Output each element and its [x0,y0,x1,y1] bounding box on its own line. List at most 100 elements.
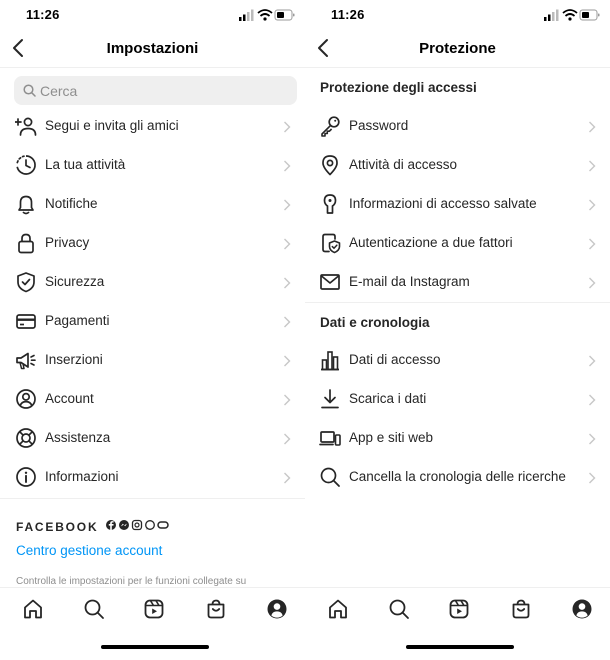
chevron-right-icon [284,472,291,484]
search-icon[interactable] [83,598,105,620]
megaphone-icon [16,352,36,370]
settings-item-follow-invite[interactable]: Segui e invita gli amici [0,107,305,146]
chevron-right-icon [589,238,596,250]
status-icons [544,9,600,21]
chevron-right-icon [589,472,596,484]
status-time: 11:26 [26,7,60,22]
settings-item-payments[interactable]: Pagamenti [0,302,305,341]
protection-item-label: App e siti web [349,430,434,445]
facebook-footer-text: Controlla le impostazioni per le funzion… [16,576,247,587]
bell-icon [18,195,34,215]
settings-item-about[interactable]: Informazioni [0,458,305,497]
protection-item-label: Dati di accesso [349,352,441,367]
meta-apps-icons [106,519,169,531]
settings-item-label: Informazioni [45,469,119,484]
chevron-right-icon [284,316,291,328]
accounts-center-link[interactable]: Centro gestione account [16,543,162,558]
chevron-right-icon [284,394,291,406]
chevron-right-icon [284,199,291,211]
protection-item-clear-search-history[interactable]: Cancella la cronologia delle ricerche [305,458,610,497]
settings-item-label: Notifiche [45,196,98,211]
profile-icon[interactable] [266,598,288,620]
download-icon [321,389,339,409]
search-bar[interactable] [14,76,297,105]
settings-item-help[interactable]: Assistenza [0,419,305,458]
chevron-right-icon [589,199,596,211]
chevron-right-icon [284,160,291,172]
status-bar: 11:26 [0,0,305,30]
protection-item-saved-login[interactable]: Informazioni di accesso salvate [305,185,610,224]
chevron-right-icon [589,121,596,133]
page-title: Impostazioni [106,40,199,57]
reels-icon[interactable] [448,598,470,620]
chevron-right-icon [589,394,596,406]
chevron-right-icon [589,160,596,172]
settings-item-label: La tua attività [45,157,126,172]
settings-item-account[interactable]: Account [0,380,305,419]
settings-item-ads[interactable]: Inserzioni [0,341,305,380]
settings-item-label: Pagamenti [45,313,110,328]
header: Impostazioni [0,30,305,68]
settings-item-label: Segui e invita gli amici [45,118,179,133]
protection-item-label: Attività di accesso [349,157,458,172]
protection-item-access-data[interactable]: Dati di accesso [305,341,610,380]
settings-item-label: Account [45,391,94,406]
phone-shield-icon [322,233,341,254]
facebook-wordmark: FACEBOOK [16,520,99,534]
protection-item-password[interactable]: Password [305,107,610,146]
settings-item-label: Inserzioni [45,352,103,367]
home-icon[interactable] [22,598,44,620]
chevron-right-icon [589,355,596,367]
protection-item-label: Cancella la cronologia delle ricerche [349,469,566,484]
lifebuoy-icon [16,428,36,448]
shop-bag-icon[interactable] [205,598,227,620]
settings-item-label: Assistenza [45,430,111,445]
header: Protezione [305,30,610,68]
chevron-right-icon [589,433,596,445]
status-time: 11:26 [331,7,365,22]
search-icon [23,84,36,97]
protection-item-two-factor[interactable]: Autenticazione a due fattori [305,224,610,263]
page-title: Protezione [419,40,496,57]
chevron-right-icon [284,238,291,250]
protection-item-label: Scarica i dati [349,391,427,406]
protection-item-label: Autenticazione a due fattori [349,235,513,250]
status-icons [239,9,295,21]
bottom-tab-bar [0,587,305,660]
protection-screen: 11:26 Protezione Protezione degli access… [305,0,610,660]
search-icon[interactable] [388,598,410,620]
chevron-right-icon [284,433,291,445]
protection-item-login-activity[interactable]: Attività di accesso [305,146,610,185]
info-icon [16,467,36,487]
shield-check-icon [17,272,35,293]
settings-screen: 11:26 Impostazioni Segui e invita gli am… [0,0,305,660]
home-icon[interactable] [327,598,349,620]
activity-clock-icon [16,155,36,175]
settings-item-activity[interactable]: La tua attività [0,146,305,185]
add-person-icon [15,117,37,136]
devices-icon [319,431,341,446]
divider [0,498,305,499]
reels-icon[interactable] [143,598,165,620]
protection-item-emails[interactable]: E-mail da Instagram [305,263,610,302]
keyhole-icon [323,194,337,214]
search-icon [320,467,340,487]
chevron-right-icon [284,121,291,133]
shop-bag-icon[interactable] [510,598,532,620]
chevron-right-icon [284,355,291,367]
profile-icon[interactable] [571,598,593,620]
lock-icon [18,233,34,254]
account-circle-icon [16,389,36,409]
protection-item-download-data[interactable]: Scarica i dati [305,380,610,419]
chevron-right-icon [589,277,596,289]
protection-item-label: Password [349,118,409,133]
home-indicator [101,645,209,649]
facebook-brand-row: FACEBOOK [16,518,169,534]
search-input[interactable] [40,76,290,105]
key-icon [321,116,340,137]
settings-item-notifications[interactable]: Notifiche [0,185,305,224]
settings-item-security[interactable]: Sicurezza [0,263,305,302]
credit-card-icon [16,314,36,329]
settings-item-privacy[interactable]: Privacy [0,224,305,263]
protection-item-apps-websites[interactable]: App e siti web [305,419,610,458]
